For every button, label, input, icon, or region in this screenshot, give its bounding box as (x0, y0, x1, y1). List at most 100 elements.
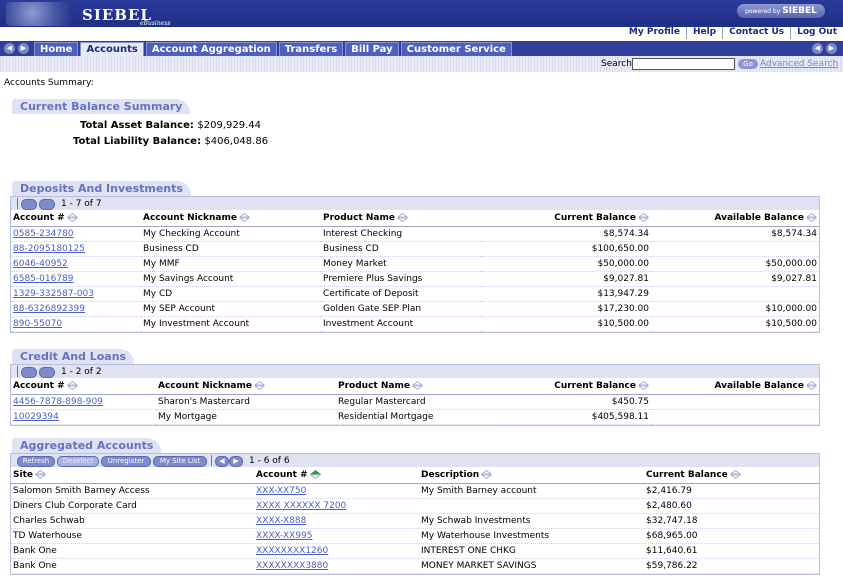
table-cell (419, 498, 644, 514)
table-cell: Salomon Smith Barney Access (11, 483, 254, 499)
table-row: 6046-40952 My MMF Money Market $50,000.00 $5… (11, 256, 819, 272)
table-cell: Bank One (11, 543, 254, 559)
sort-icon[interactable] (34, 470, 46, 479)
tab-scroll-right-icon[interactable]: ▶ (18, 43, 29, 54)
tab-bill-pay[interactable]: Bill Pay (345, 42, 399, 56)
account-link[interactable]: 10029394 (13, 412, 59, 422)
table-cell: Interest Checking (321, 226, 481, 242)
tab-scroll-left-icon[interactable]: ◀ (4, 43, 15, 54)
table-cell: My Smith Barney account (419, 483, 644, 499)
table-cell: My MMF (141, 256, 321, 272)
account-link[interactable]: 0585-234780 (13, 229, 74, 239)
sort-icon[interactable] (66, 213, 78, 222)
my-site-list-button[interactable]: My Site List (153, 456, 207, 467)
column-header[interactable]: Current Balance (496, 378, 651, 395)
sort-icon[interactable] (806, 213, 817, 222)
tab-account-aggregation[interactable]: Account Aggregation (145, 42, 277, 56)
sort-icon[interactable] (638, 381, 649, 390)
account-link[interactable]: XXXX-XX995 (256, 531, 313, 541)
table-row: Bank One XXXXXXXX3880 MONEY MARKET SAVINGS… (11, 558, 819, 574)
table-cell: $450.75 (496, 394, 651, 410)
account-link[interactable]: XXXXXXXX3880 (256, 561, 328, 571)
table-row: 1329-332587-003 My CD Certificate of Depos… (11, 286, 819, 302)
table-cell (651, 241, 819, 257)
credit-title: Credit And Loans (12, 349, 135, 364)
account-link[interactable]: XXX-XX750 (256, 486, 306, 496)
column-header[interactable]: Account # (11, 378, 156, 395)
column-header-label: Current Balance (554, 213, 636, 223)
table-cell: Money Market (321, 256, 481, 272)
column-header[interactable]: Account Nickname (141, 210, 321, 227)
table-cell: $9,027.81 (651, 271, 819, 287)
column-header[interactable]: Site (11, 467, 254, 484)
column-header[interactable]: Product Name (321, 210, 481, 227)
sort-icon[interactable] (253, 381, 265, 390)
log-out-link[interactable]: Log Out (790, 27, 843, 39)
sort-icon[interactable] (238, 213, 250, 222)
table-cell: XXXXXXXX3880 (254, 558, 419, 574)
tab-accounts[interactable]: Accounts (80, 42, 144, 56)
my-profile-link[interactable]: My Profile (623, 27, 686, 39)
account-link[interactable]: 6046-40952 (13, 259, 68, 269)
column-header[interactable]: Account # (11, 210, 141, 227)
column-header[interactable]: Current Balance (481, 210, 651, 227)
column-header[interactable]: Available Balance (651, 210, 819, 227)
unregister-button[interactable]: Unregister (101, 456, 151, 467)
column-header[interactable]: Current Balance (644, 467, 819, 484)
help-link[interactable]: Help (685, 27, 722, 39)
account-link[interactable]: 4456-7878-898-909 (13, 397, 103, 407)
prev-page-button[interactable] (21, 367, 37, 378)
toolbar-divider (211, 455, 212, 466)
aggregated-page-count: 1 - 6 of 6 (249, 456, 290, 466)
account-link[interactable]: XXXX-X888 (256, 516, 306, 526)
sort-icon[interactable] (66, 381, 78, 390)
table-cell: INTEREST ONE CHKG (419, 543, 644, 559)
tab-customer-service[interactable]: Customer Service (400, 42, 512, 56)
table-cell: $8,574.34 (481, 226, 651, 242)
tab-scroll-right-right-icon[interactable]: ▶ (826, 43, 837, 54)
next-page-button[interactable] (39, 367, 55, 378)
table-row: 10029394 My Mortgage Residential Mortgage $… (11, 409, 819, 425)
search-input[interactable] (632, 58, 735, 70)
sort-icon[interactable] (309, 470, 321, 479)
sort-icon[interactable] (638, 213, 649, 222)
go-button[interactable]: Go (738, 59, 758, 69)
account-link[interactable]: 890-55070 (13, 319, 62, 329)
account-link[interactable]: 6585-016789 (13, 274, 74, 284)
column-header[interactable]: Description (419, 467, 644, 484)
next-page-button[interactable] (39, 199, 55, 210)
column-header[interactable]: Available Balance (651, 378, 819, 395)
prev-page-button[interactable] (21, 199, 37, 210)
account-link[interactable]: 88-6326892399 (13, 304, 85, 314)
table-cell: Diners Club Corporate Card (11, 498, 254, 514)
aggregated-panel: Refresh Deselect Unregister My Site List ◀ ▶ 1… (10, 453, 820, 575)
column-header-label: Site (13, 470, 33, 480)
column-header[interactable]: Product Name (336, 378, 496, 395)
column-header[interactable]: Account Nickname (156, 378, 336, 395)
account-link[interactable]: XXXX XXXXXX 7200 (256, 501, 346, 511)
sort-icon[interactable] (396, 213, 408, 222)
account-link[interactable]: 1329-332587-003 (13, 289, 94, 299)
advanced-search-link[interactable]: Advanced Search (760, 59, 838, 69)
credit-pager: 1 - 2 of 2 (11, 365, 819, 378)
refresh-button[interactable]: Refresh (17, 456, 55, 467)
table-cell: $68,965.00 (644, 528, 819, 544)
account-link[interactable]: 88-2095180125 (13, 244, 85, 254)
sort-icon[interactable] (729, 470, 741, 479)
column-header[interactable]: Account # (254, 467, 419, 484)
sort-icon[interactable] (411, 381, 423, 390)
tab-scroll-left-right-icon[interactable]: ◀ (812, 43, 823, 54)
table-cell: MONEY MARKET SAVINGS (419, 558, 644, 574)
column-header-label: Available Balance (714, 381, 804, 391)
table-cell: My Investment Account (141, 316, 321, 332)
column-header-label: Current Balance (646, 470, 728, 480)
tab-home[interactable]: Home (34, 42, 79, 56)
sort-icon[interactable] (806, 381, 817, 390)
table-cell: Sharon's Mastercard (156, 394, 336, 410)
next-page-button[interactable]: ▶ (229, 456, 243, 467)
sort-icon[interactable] (481, 470, 493, 479)
contact-us-link[interactable]: Contact Us (722, 27, 790, 39)
account-link[interactable]: XXXXXXXX1260 (256, 546, 328, 556)
prev-page-button[interactable]: ◀ (215, 456, 229, 467)
tab-transfers[interactable]: Transfers (278, 42, 344, 56)
